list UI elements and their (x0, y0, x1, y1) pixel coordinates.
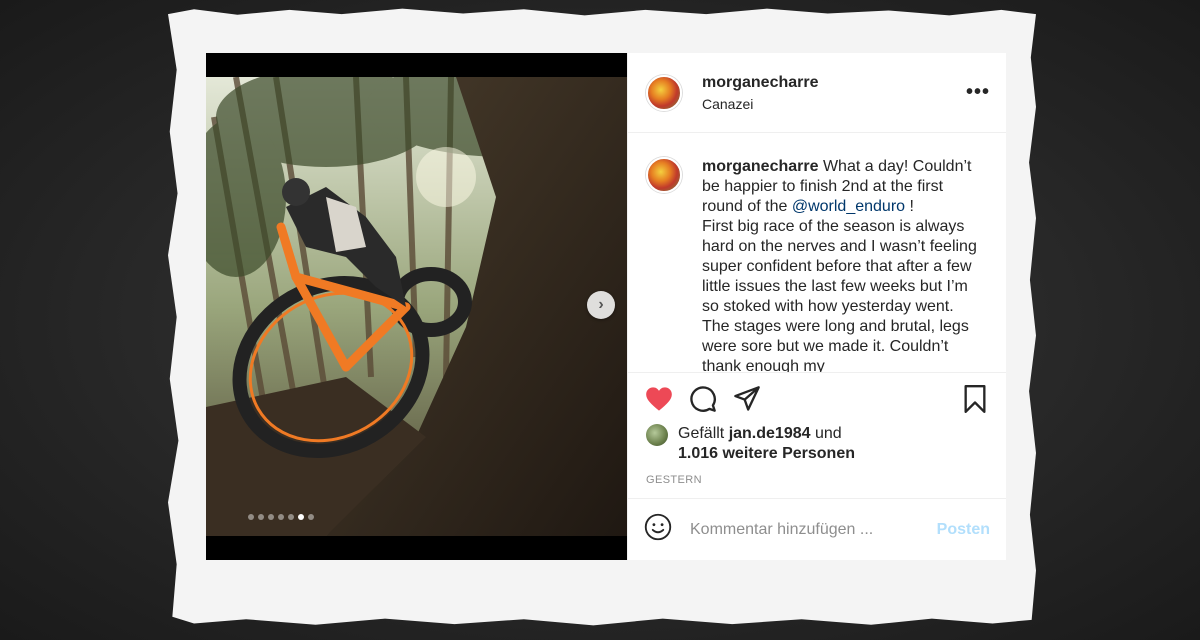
post-author-username[interactable]: morganecharre (702, 74, 966, 92)
bookmark-icon[interactable] (960, 384, 990, 414)
likes-prefix: Gefällt (678, 425, 729, 442)
comment-input[interactable] (690, 520, 937, 539)
caption-mention-link[interactable]: @world_enduro (792, 198, 905, 215)
post-sidebar: morganecharre Canazei ••• morganecharre … (627, 53, 1006, 560)
likes-others-link[interactable]: 1.016 weitere Personen (678, 445, 855, 462)
likes-summary: Gefällt jan.de1984 und 1.016 weitere Per… (628, 424, 1006, 464)
likes-middle: und (810, 425, 842, 442)
post-media: › (206, 53, 627, 560)
avatar[interactable] (646, 157, 682, 193)
carousel-dot (278, 514, 284, 520)
carousel-dot (288, 514, 294, 520)
post-comment-button[interactable]: Posten (937, 521, 990, 539)
carousel-dot (258, 514, 264, 520)
mountain-bike-photo (206, 77, 627, 536)
caption-area: morganecharre What a day! Couldn’t be ha… (628, 133, 1006, 372)
post-timestamp[interactable]: GESTERN (628, 464, 1006, 498)
instagram-post: › morganecharre Canazei ••• morganecharr… (206, 53, 1006, 560)
share-icon[interactable] (732, 384, 762, 414)
comment-icon[interactable] (688, 384, 718, 414)
caption-text-rest: First big race of the season is always h… (702, 218, 977, 372)
avatar[interactable] (646, 424, 668, 446)
carousel-next-button[interactable]: › (587, 291, 615, 319)
carousel-dot (308, 514, 314, 520)
liker-username[interactable]: jan.de1984 (729, 425, 811, 442)
smiley-icon[interactable] (644, 513, 672, 546)
post-photo (206, 77, 627, 536)
carousel-indicator (248, 514, 314, 520)
post-header: morganecharre Canazei ••• (628, 53, 1006, 133)
chevron-right-icon: › (598, 296, 604, 313)
avatar[interactable] (646, 74, 682, 111)
carousel-dot-active (298, 514, 304, 520)
action-bar (628, 372, 1006, 424)
heart-filled-icon[interactable] (644, 384, 674, 414)
add-comment-bar: Posten (628, 498, 1006, 560)
more-options-icon[interactable]: ••• (966, 81, 990, 104)
carousel-dot (248, 514, 254, 520)
caption-text-part: ! (905, 198, 914, 215)
carousel-dot (268, 514, 274, 520)
post-location[interactable]: Canazei (702, 96, 966, 112)
caption-text: morganecharre What a day! Couldn’t be ha… (702, 157, 982, 372)
caption-username[interactable]: morganecharre (702, 158, 819, 175)
